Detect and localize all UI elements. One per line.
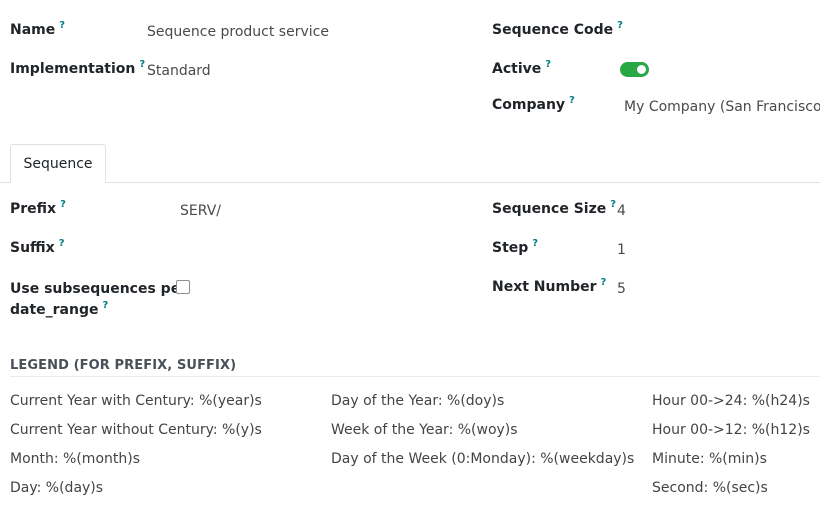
subsequences-help-icon[interactable]: ? xyxy=(103,300,109,311)
sequence-code-field[interactable] xyxy=(624,24,804,42)
active-toggle-knob xyxy=(637,65,646,74)
legend-item: Month: %(month)s xyxy=(10,451,141,467)
step-label: Step? xyxy=(492,238,539,256)
legend-title: LEGEND (FOR PREFIX, SUFFIX) xyxy=(10,358,237,373)
suffix-label: Suffix? xyxy=(10,238,65,256)
subsequences-checkbox[interactable] xyxy=(176,280,190,294)
implementation-help-icon[interactable]: ? xyxy=(139,59,145,70)
active-toggle[interactable] xyxy=(620,62,649,77)
company-help-icon[interactable]: ? xyxy=(569,95,575,106)
sequence-size-field[interactable]: 4 xyxy=(617,203,626,219)
name-field[interactable]: Sequence product service xyxy=(147,24,329,40)
tab-divider xyxy=(0,182,820,183)
legend-item: Minute: %(min)s xyxy=(652,451,767,467)
prefix-help-icon[interactable]: ? xyxy=(60,199,66,210)
legend-item: Day of the Year: %(doy)s xyxy=(331,393,505,409)
legend-item: Day of the Week (0:Monday): %(weekday)s xyxy=(331,451,635,467)
company-field[interactable]: My Company (San Francisco) xyxy=(624,99,820,115)
legend-item: Day: %(day)s xyxy=(10,480,104,496)
legend-divider xyxy=(10,376,820,377)
sequence-code-label: Sequence Code? xyxy=(492,20,623,38)
prefix-label: Prefix? xyxy=(10,199,66,217)
legend-item: Hour 00->24: %(h24)s xyxy=(652,393,810,409)
step-help-icon[interactable]: ? xyxy=(532,238,538,249)
name-help-icon[interactable]: ? xyxy=(59,20,65,31)
tab-sequence[interactable]: Sequence xyxy=(10,144,106,183)
sequence-code-help-icon[interactable]: ? xyxy=(617,20,623,31)
legend-item: Current Year with Century: %(year)s xyxy=(10,393,262,409)
name-label: Name? xyxy=(10,20,66,38)
active-help-icon[interactable]: ? xyxy=(545,59,551,70)
next-number-field[interactable]: 5 xyxy=(617,281,626,297)
implementation-label: Implementation? xyxy=(10,59,146,77)
sequence-size-help-icon[interactable]: ? xyxy=(610,199,616,210)
suffix-help-icon[interactable]: ? xyxy=(59,238,65,249)
legend-item: Week of the Year: %(woy)s xyxy=(331,422,518,438)
suffix-field[interactable] xyxy=(180,242,380,260)
sequence-size-label: Sequence Size? xyxy=(492,199,617,217)
step-field[interactable]: 1 xyxy=(617,242,626,258)
legend-item: Hour 00->12: %(h12)s xyxy=(652,422,810,438)
prefix-field[interactable]: SERV/ xyxy=(180,203,221,219)
legend-item: Current Year without Century: %(y)s xyxy=(10,422,262,438)
legend-item: Second: %(sec)s xyxy=(652,480,768,496)
active-label: Active? xyxy=(492,59,552,77)
next-number-label: Next Number? xyxy=(492,277,607,295)
company-label: Company? xyxy=(492,95,575,113)
next-number-help-icon[interactable]: ? xyxy=(601,277,607,288)
subsequences-label: Use subsequences per date_range? xyxy=(10,281,188,318)
implementation-field[interactable]: Standard xyxy=(147,63,211,79)
